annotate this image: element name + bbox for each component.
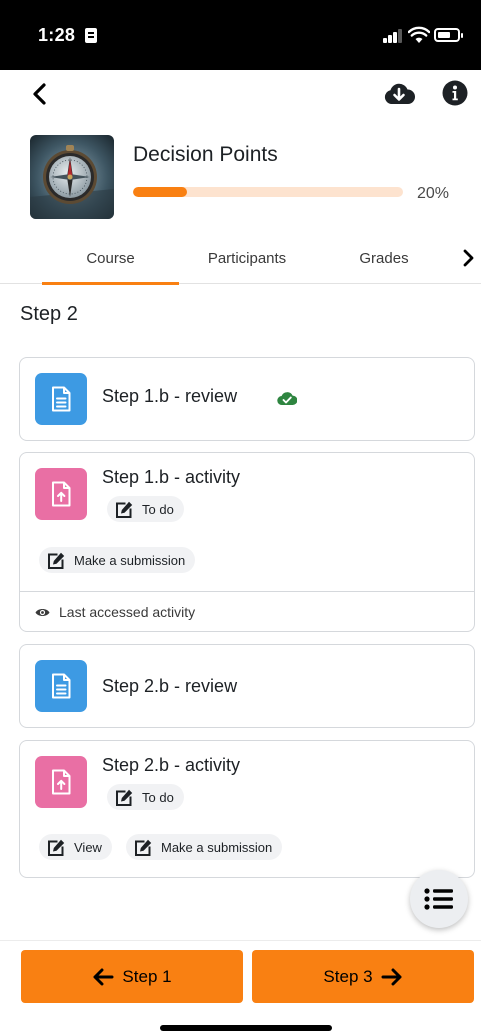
action-label: View (74, 839, 102, 855)
edit-icon (116, 501, 133, 518)
previous-section-button[interactable]: Step 1 (21, 950, 243, 1003)
home-indicator (160, 1025, 332, 1031)
wifi-icon (408, 26, 430, 43)
assignment-icon (35, 468, 87, 520)
course-header: Decision Points 20% (30, 135, 470, 220)
module-card-step-2b-activity[interactable]: Step 2.b - activity To do View Make a su… (19, 740, 475, 878)
module-title: Step 1.b - activity (102, 467, 241, 487)
course-index-button[interactable] (410, 870, 468, 928)
make-submission-button[interactable]: Make a submission (126, 834, 283, 860)
back-button[interactable] (26, 78, 56, 110)
status-badge-todo: To do (107, 784, 184, 810)
cloud-done-icon (277, 392, 297, 406)
page-icon (35, 373, 87, 425)
course-image (30, 135, 114, 219)
signal-icon (383, 27, 405, 43)
status-bar: 1:28 (0, 0, 481, 70)
view-button[interactable]: View (39, 834, 112, 860)
action-label: Make a submission (161, 839, 273, 855)
edit-icon (116, 789, 133, 806)
module-card-step-1b-review[interactable]: Step 1.b - review (19, 357, 475, 441)
course-tabs: Course Participants Grades (0, 232, 481, 285)
tab-participants[interactable]: Participants (190, 232, 304, 284)
battery-icon (434, 28, 463, 42)
status-label: To do (142, 789, 174, 805)
eye-icon (35, 608, 50, 616)
next-section-button[interactable]: Step 3 (252, 950, 474, 1003)
module-card-step-1b-activity[interactable]: Step 1.b - activity To do Make a submiss… (19, 452, 475, 632)
course-progress-bar (133, 187, 403, 197)
page-icon (35, 660, 87, 712)
arrow-left-icon (93, 968, 114, 985)
section-navigation-bar: Step 1 Step 3 (0, 940, 481, 1036)
cloud-download-icon[interactable] (383, 80, 415, 108)
edit-icon (135, 839, 152, 856)
module-title: Step 2.b - review (102, 676, 238, 696)
previous-section-label: Step 1 (122, 966, 172, 986)
make-submission-button[interactable]: Make a submission (39, 547, 196, 573)
status-label: To do (142, 501, 174, 517)
course-title: Decision Points (133, 143, 278, 166)
module-title: Step 1.b - review (102, 386, 238, 406)
edit-icon (48, 552, 65, 569)
course-progress-fill (133, 187, 187, 197)
module-title: Step 2.b - activity (102, 755, 241, 775)
course-progress-percent: 20% (417, 185, 450, 202)
section-title: Step 2 (20, 303, 78, 325)
status-time: 1:28 (38, 25, 76, 45)
module-card-step-2b-review[interactable]: Step 2.b - review (19, 644, 475, 728)
list-icon (424, 888, 453, 910)
top-app-bar (0, 70, 481, 120)
status-badge-todo: To do (107, 496, 184, 522)
info-circle-icon[interactable] (442, 80, 468, 106)
tabs-next-chevron-icon[interactable] (458, 246, 478, 270)
next-section-label: Step 3 (323, 966, 373, 986)
edit-icon (48, 839, 65, 856)
last-accessed-indicator: Last accessed activity (20, 591, 474, 632)
last-accessed-label: Last accessed activity (59, 604, 196, 620)
tab-course[interactable]: Course (42, 232, 179, 285)
tab-grades[interactable]: Grades (338, 232, 430, 284)
action-label: Make a submission (74, 552, 186, 568)
sim-card-icon (85, 28, 97, 43)
assignment-icon (35, 756, 87, 808)
arrow-right-icon (381, 968, 402, 985)
